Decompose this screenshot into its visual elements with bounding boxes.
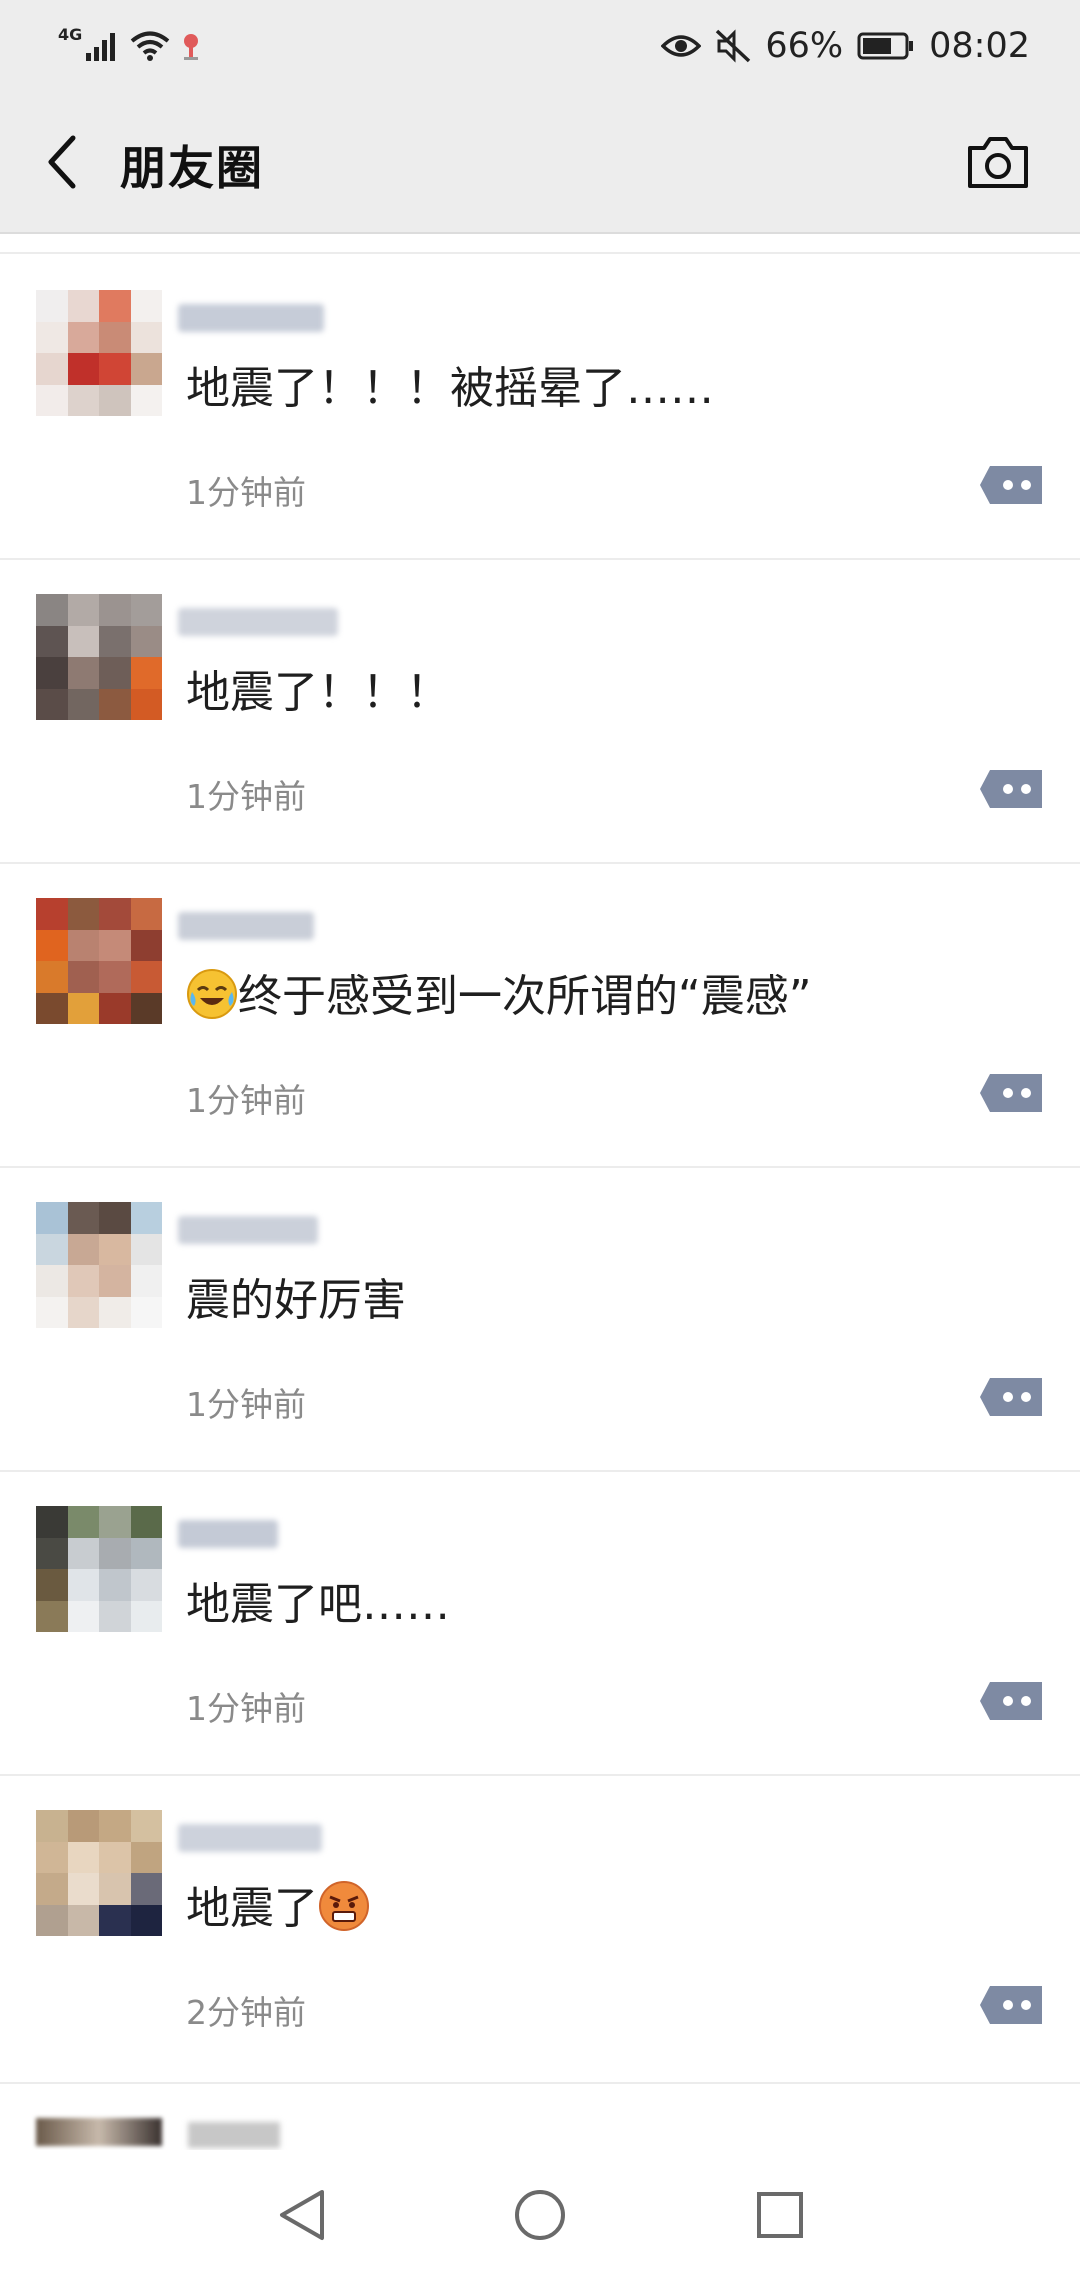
avatar[interactable] [36,2118,162,2146]
username-blurred[interactable] [178,1824,322,1852]
username-blurred[interactable] [178,1216,318,1244]
moments-feed[interactable]: 地震了！！！被摇晕了…… 1分钟前 地震了！！！ 1分钟前 终于感受到一次所谓的… [0,256,1080,2164]
clock: 08:02 [929,26,1030,66]
post[interactable]: 地震了 2分钟前 [0,1776,1080,2084]
status-right: 66% 08:02 [661,18,1030,74]
comment-more-icon[interactable] [978,462,1046,508]
username-blurred[interactable] [178,1520,278,1548]
post-time: 1分钟前 [186,777,306,816]
post-text-row: 终于感受到一次所谓的“震感” [186,960,812,1024]
page-title: 朋友圈 [120,141,264,195]
avatar[interactable] [36,1202,162,1328]
username-blurred[interactable] [178,608,338,636]
post[interactable]: 地震了吧…… 1分钟前 [0,1472,1080,1776]
nav-back-icon[interactable] [268,2180,338,2250]
back-button[interactable] [36,126,88,198]
comment-more-icon[interactable] [978,766,1046,812]
post[interactable]: 震的好厉害 1分钟前 [0,1168,1080,1472]
post-text: 地震了！！！ [186,667,450,718]
camera-button[interactable] [966,134,1030,190]
username-blurred[interactable] [178,912,314,940]
comment-more-icon[interactable] [978,1982,1046,2028]
signal-icon [86,33,116,61]
comment-more-icon[interactable] [978,1374,1046,1420]
post-text: 地震了！！！被摇晕了…… [186,363,714,414]
post-text: 震的好厉害 [186,1275,406,1326]
avatar[interactable] [36,594,162,720]
post-text: 地震了吧…… [186,1579,450,1630]
post[interactable]: 地震了！！！被摇晕了…… 1分钟前 [0,256,1080,560]
post[interactable]: 地震了！！！ 1分钟前 [0,560,1080,864]
nav-home-icon[interactable] [505,2180,575,2250]
battery-icon [857,32,914,60]
status-bar: 4G 66% 08:02 [0,0,1080,92]
avatar[interactable] [36,1810,162,1936]
back-arrow-icon [48,135,76,189]
post-time: 1分钟前 [186,473,306,512]
post-time: 1分钟前 [186,1385,306,1424]
avatar[interactable] [36,290,162,416]
post-time: 1分钟前 [186,1081,306,1120]
crying-laughing-emoji-icon [187,969,237,1019]
nav-recents-icon[interactable] [745,2180,815,2250]
navigation-bar [0,2150,1080,2280]
username-blurred[interactable] [188,2122,280,2148]
eye-icon [661,35,702,57]
avatar[interactable] [36,1506,162,1632]
wifi-icon [130,31,170,61]
network-type: 4G [58,24,83,44]
post[interactable]: 终于感受到一次所谓的“震感” 1分钟前 [0,864,1080,1168]
header: 朋友圈 [0,92,1080,234]
username-blurred[interactable] [178,304,324,332]
post-time: 1分钟前 [186,1689,306,1728]
camera-icon [968,137,1028,188]
post-text: 地震了 [186,1883,318,1934]
post-time: 2分钟前 [186,1993,306,2032]
avatar[interactable] [36,898,162,1024]
post-text-row: 地震了 [186,1872,370,1936]
post-text: 终于感受到一次所谓的“震感” [238,971,812,1022]
mute-icon [716,29,751,63]
feed-divider [0,252,1080,254]
comment-more-icon[interactable] [978,1070,1046,1116]
location-icon [184,34,199,60]
status-left: 4G [58,18,202,74]
angry-face-emoji-icon [319,1881,369,1931]
comment-more-icon[interactable] [978,1678,1046,1724]
battery-percent: 66% [765,26,844,66]
